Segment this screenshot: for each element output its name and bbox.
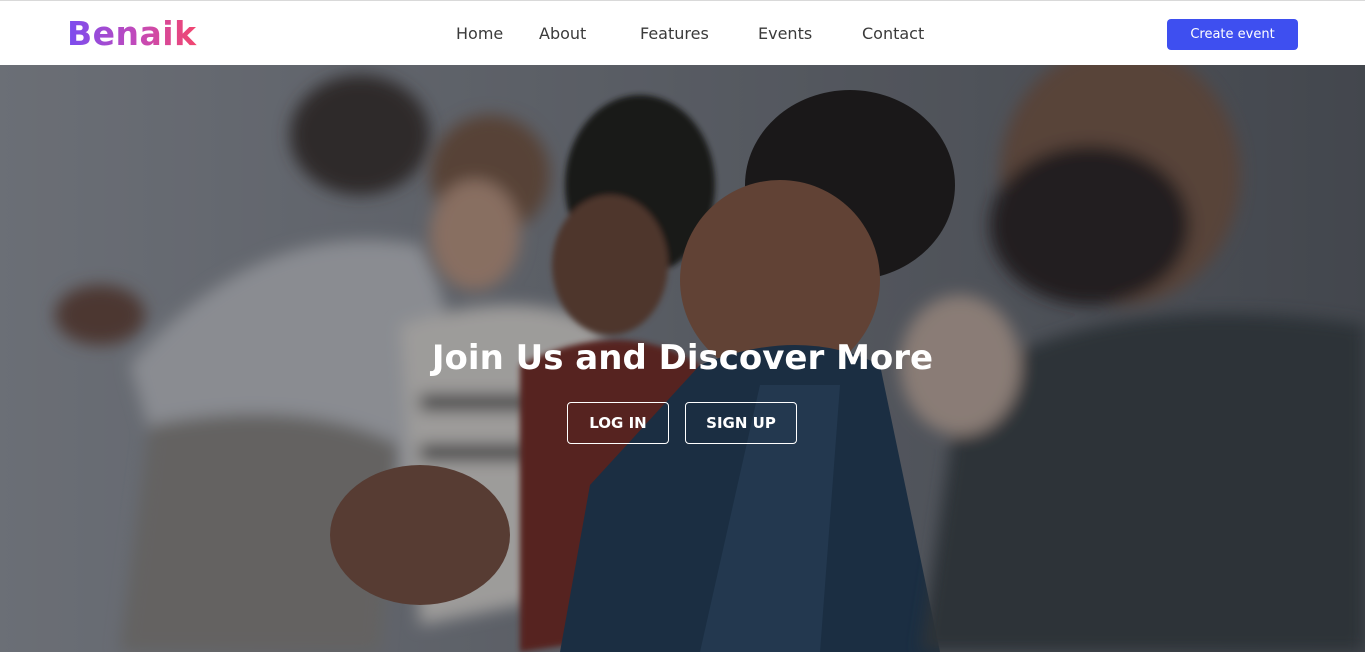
signup-button[interactable]: SIGN UP xyxy=(685,402,797,444)
nav-link-contact[interactable]: Contact xyxy=(862,23,924,45)
login-button[interactable]: LOG IN xyxy=(567,402,669,444)
nav-link-events[interactable]: Events xyxy=(758,23,812,45)
hero-title: Join Us and Discover More xyxy=(431,338,934,378)
nav-link-about[interactable]: About xyxy=(539,23,586,45)
hero-section: Join Us and Discover More LOG IN SIGN UP xyxy=(0,65,1365,652)
create-event-button[interactable]: Create event xyxy=(1167,19,1298,50)
nav-link-home[interactable]: Home xyxy=(456,23,503,45)
brand-logo[interactable]: Benaik xyxy=(67,14,197,54)
top-navbar: Benaik Home About Features Events Contac… xyxy=(0,0,1365,65)
nav-link-features[interactable]: Features xyxy=(640,23,709,45)
